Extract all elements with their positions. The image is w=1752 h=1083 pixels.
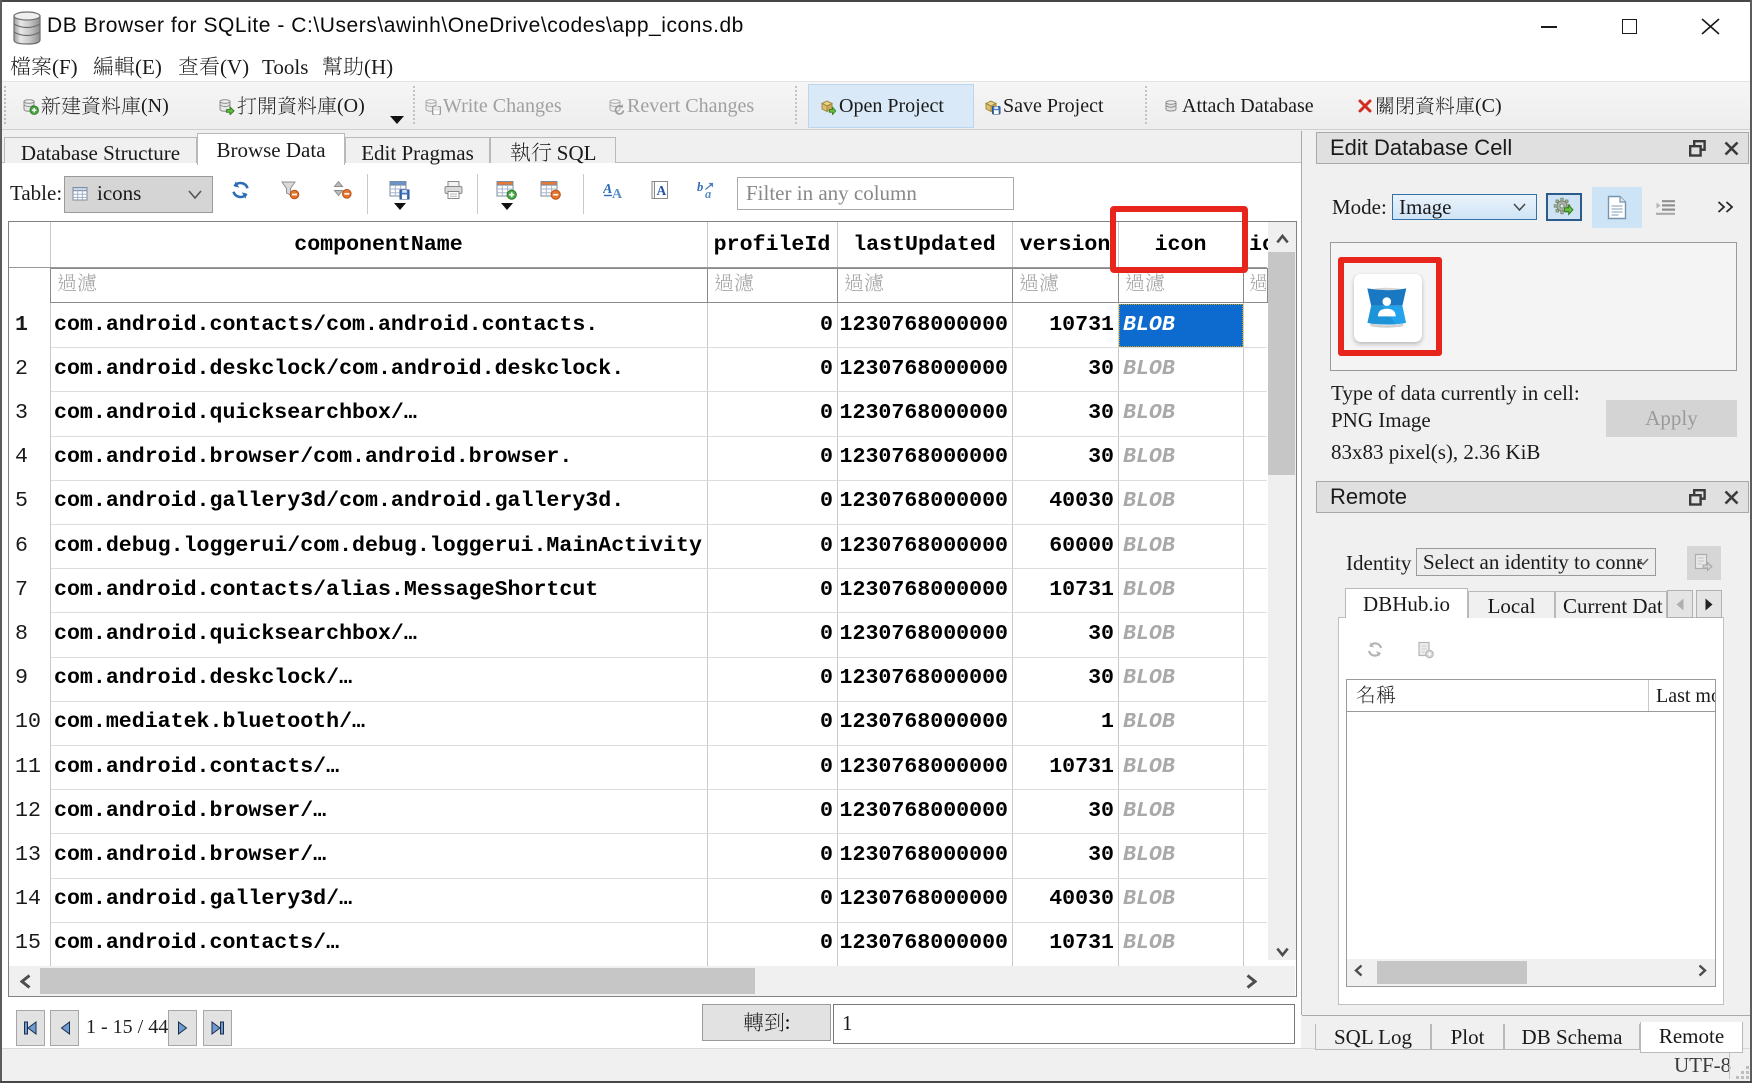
svg-text:A: A <box>603 182 612 197</box>
svg-text:A: A <box>612 187 623 200</box>
svg-text:b: b <box>697 180 703 194</box>
svg-text:A: A <box>657 183 667 198</box>
